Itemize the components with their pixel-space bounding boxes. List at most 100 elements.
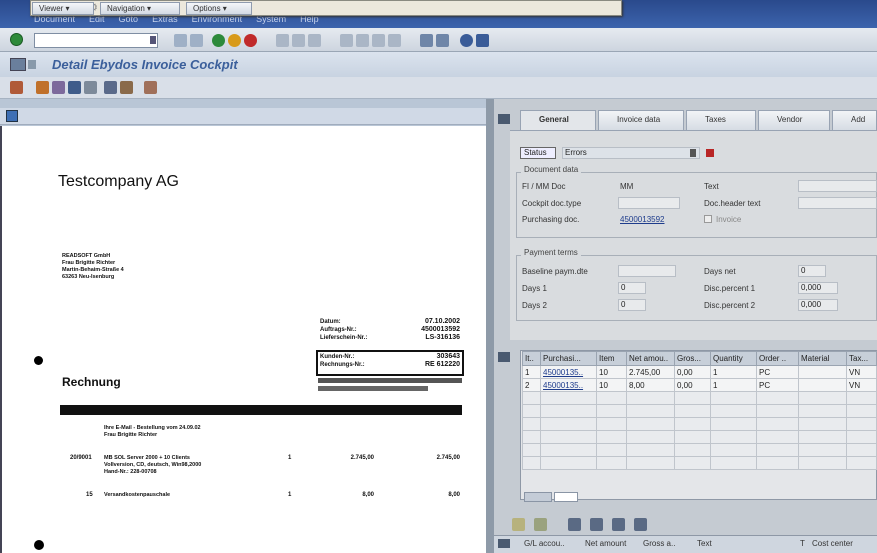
disc2-field[interactable]: 0,000 (798, 299, 838, 311)
panel-splitter[interactable] (486, 99, 494, 553)
column-header[interactable]: Item (596, 351, 627, 366)
days1-field[interactable]: 0 (618, 282, 646, 294)
cancel-icon[interactable] (244, 34, 257, 47)
help-icon[interactable] (460, 34, 473, 47)
tab-general[interactable]: General (520, 110, 596, 130)
layout-icon[interactable] (476, 34, 489, 47)
status-field[interactable]: Errors (562, 147, 700, 159)
column-header[interactable]: Quantity (710, 351, 757, 366)
column-header[interactable]: Net amou.. (626, 351, 675, 366)
back-arrow-icon[interactable] (174, 34, 187, 47)
days-net-field[interactable]: 0 (798, 265, 826, 277)
text-field[interactable] (798, 180, 877, 192)
dropdown-icon[interactable] (150, 36, 156, 44)
attach-icon[interactable] (84, 81, 97, 94)
viewer-button[interactable]: Viewer ▾ (32, 2, 94, 15)
horizontal-scrollbar[interactable] (554, 492, 578, 502)
table-cell[interactable]: 8,00 (626, 378, 675, 392)
table-row[interactable]: 1 45000135.. 10 2.745,00 0,00 1 PC VN (522, 365, 877, 379)
grid-icon[interactable] (52, 81, 65, 94)
table-cell-link[interactable]: 45000135.. (540, 365, 597, 379)
status-dropdown-icon[interactable] (690, 149, 696, 157)
shortcut-icon[interactable] (436, 34, 449, 47)
column-header[interactable]: Gros... (674, 351, 711, 366)
days2-field[interactable]: 0 (618, 299, 646, 311)
last-page-icon[interactable] (388, 34, 401, 47)
table-collapse-icon[interactable] (498, 352, 510, 362)
baseline-field[interactable] (618, 265, 676, 277)
find-next-icon[interactable] (308, 34, 321, 47)
table-cell[interactable] (798, 365, 847, 379)
sum-icon[interactable] (634, 518, 647, 531)
table-row[interactable]: 2 45000135.. 10 8,00 0,00 1 PC VN (522, 378, 877, 392)
details-icon[interactable] (512, 518, 525, 531)
filter-icon[interactable] (612, 518, 625, 531)
table-cell[interactable]: VN (846, 378, 877, 392)
invoice-checkbox[interactable] (704, 215, 712, 223)
command-field[interactable] (34, 33, 158, 48)
disc1-field[interactable]: 0,000 (798, 282, 838, 294)
table-cell[interactable]: 1 (522, 365, 541, 379)
refresh-icon[interactable] (120, 81, 133, 94)
previous-page-icon[interactable] (356, 34, 369, 47)
cockpit-doc-type-field[interactable] (618, 197, 680, 209)
find-icon[interactable] (292, 34, 305, 47)
first-page-icon[interactable] (340, 34, 353, 47)
table-cell[interactable]: PC (756, 365, 799, 379)
column-header[interactable]: It.. (522, 351, 541, 366)
column-header[interactable]: Cost center (812, 539, 853, 548)
options-button[interactable]: Options ▾ (186, 2, 252, 15)
table-cell[interactable]: 2 (522, 378, 541, 392)
table-cell[interactable]: 2.745,00 (626, 365, 675, 379)
scissors-icon[interactable] (10, 81, 23, 94)
new-session-icon[interactable] (420, 34, 433, 47)
save-document-icon[interactable] (68, 81, 81, 94)
purchasing-doc-link[interactable]: 4500013592 (620, 215, 665, 224)
exit-icon[interactable] (228, 34, 241, 47)
table-row[interactable] (522, 456, 877, 470)
back-icon[interactable] (212, 34, 225, 47)
table-cell[interactable]: 10 (596, 378, 627, 392)
column-header[interactable]: Order .. (756, 351, 799, 366)
tab-taxes[interactable]: Taxes (686, 110, 756, 130)
tools-icon[interactable] (36, 81, 49, 94)
glasses-icon[interactable] (104, 81, 117, 94)
table-row[interactable] (522, 443, 877, 457)
viewer-icon[interactable] (6, 110, 18, 122)
table-cell[interactable]: 1 (710, 378, 757, 392)
column-header[interactable]: Gross a.. (643, 539, 675, 548)
sort-ascending-icon[interactable] (568, 518, 581, 531)
column-header[interactable]: Purchasi... (540, 351, 597, 366)
table-row[interactable] (522, 417, 877, 431)
table-cell[interactable]: 0,00 (674, 378, 711, 392)
save-icon[interactable] (190, 34, 203, 47)
table-cell[interactable]: 10 (596, 365, 627, 379)
column-header[interactable]: G/L accou.. (524, 539, 565, 548)
table-row[interactable] (522, 430, 877, 444)
table-cell[interactable]: VN (846, 365, 877, 379)
screen-icon[interactable] (10, 58, 26, 71)
table-cell[interactable]: 1 (710, 365, 757, 379)
column-header[interactable]: Net amount (585, 539, 626, 548)
menu-toggle-icon[interactable] (28, 60, 36, 69)
column-header[interactable]: T (800, 539, 805, 548)
edit-icon[interactable] (534, 518, 547, 531)
error-icon[interactable] (706, 149, 714, 157)
table-cell[interactable] (798, 378, 847, 392)
table-cell-link[interactable]: 45000135.. (540, 378, 597, 392)
print-icon[interactable] (276, 34, 289, 47)
navigation-button[interactable]: Navigation ▾ (100, 2, 180, 15)
column-header[interactable]: Text (697, 539, 712, 548)
tab-vendor[interactable]: Vendor (758, 110, 830, 130)
doc-header-text-field[interactable] (798, 197, 877, 209)
link-icon[interactable] (144, 81, 157, 94)
next-page-icon[interactable] (372, 34, 385, 47)
status-button[interactable]: Status (520, 147, 556, 159)
tab-add[interactable]: Add (832, 110, 877, 130)
gl-collapse-icon[interactable] (498, 539, 510, 548)
tab-invoice-data[interactable]: Invoice data (598, 110, 684, 130)
table-row[interactable] (522, 404, 877, 418)
table-cell[interactable]: PC (756, 378, 799, 392)
column-header[interactable]: Tax... (846, 351, 877, 366)
table-row[interactable] (522, 391, 877, 405)
